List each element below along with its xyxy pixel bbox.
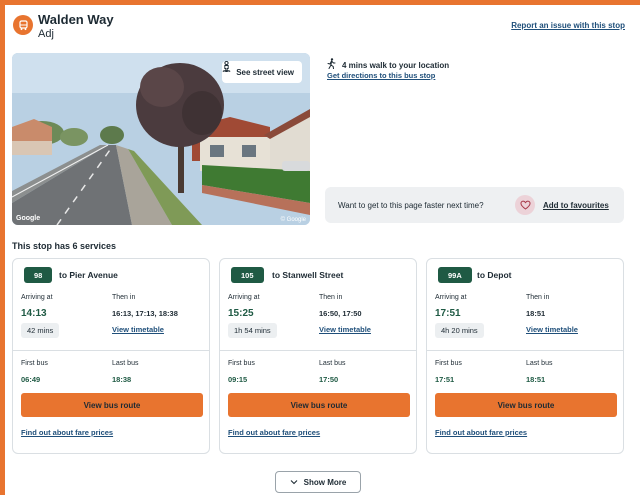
service-card-99a: 99A to Depot Arriving at Then in 17:51 1… bbox=[426, 258, 624, 454]
later-times: 18:51 bbox=[526, 309, 546, 318]
fare-prices-link[interactable]: Find out about fare prices bbox=[228, 428, 320, 437]
view-timetable-link[interactable]: View timetable bbox=[112, 325, 164, 334]
street-view-image[interactable]: See street view Google © Google bbox=[12, 53, 310, 225]
walk-time-text: 4 mins walk to your location bbox=[342, 60, 450, 70]
report-issue-link[interactable]: Report an issue with this stop bbox=[511, 21, 625, 30]
arrival-time: 14:13 bbox=[21, 308, 47, 319]
route-number-badge: 105 bbox=[231, 267, 264, 283]
then-in-label: Then in bbox=[319, 294, 343, 301]
route-number-badge: 99A bbox=[438, 267, 472, 283]
service-card-98: 98 to Pier Avenue Arriving at Then in 14… bbox=[12, 258, 210, 454]
show-more-button[interactable]: Show More bbox=[275, 471, 361, 493]
stop-panel: Walden Way Adj Report an issue with this… bbox=[5, 5, 640, 495]
first-bus-time: 17:51 bbox=[435, 375, 455, 384]
view-bus-route-button[interactable]: View bus route bbox=[21, 393, 203, 417]
google-watermark: Google bbox=[16, 215, 41, 222]
arriving-at-label: Arriving at bbox=[228, 294, 260, 301]
fare-prices-link[interactable]: Find out about fare prices bbox=[435, 428, 527, 437]
route-destination: to Stanwell Street bbox=[272, 270, 344, 280]
google-copyright: © Google bbox=[280, 217, 306, 223]
then-in-label: Then in bbox=[526, 294, 550, 301]
later-times: 16:50, 17:50 bbox=[319, 309, 362, 318]
first-bus-time: 06:49 bbox=[21, 375, 41, 384]
services-count-heading: This stop has 6 services bbox=[12, 241, 117, 251]
add-to-favourites-link[interactable]: Add to favourites bbox=[543, 201, 609, 210]
service-card-105: 105 to Stanwell Street Arriving at Then … bbox=[219, 258, 417, 454]
card-divider bbox=[220, 350, 416, 351]
show-more-label: Show More bbox=[303, 477, 347, 487]
card-divider bbox=[427, 350, 623, 351]
view-bus-route-button[interactable]: View bus route bbox=[435, 393, 617, 417]
minutes-until-chip: 1h 54 mins bbox=[228, 323, 277, 338]
later-times: 16:13, 17:13, 18:38 bbox=[112, 309, 178, 318]
fare-prices-link[interactable]: Find out about fare prices bbox=[21, 428, 113, 437]
card-divider bbox=[13, 350, 209, 351]
first-bus-label: First bus bbox=[228, 360, 255, 367]
arriving-at-label: Arriving at bbox=[435, 294, 467, 301]
arrival-time: 17:51 bbox=[435, 308, 461, 319]
route-number-badge: 98 bbox=[24, 267, 53, 283]
last-bus-label: Last bus bbox=[526, 360, 553, 367]
first-bus-label: First bus bbox=[21, 360, 48, 367]
favourites-prompt: Want to get to this page faster next tim… bbox=[325, 187, 624, 223]
last-bus-label: Last bus bbox=[319, 360, 346, 367]
then-in-label: Then in bbox=[112, 294, 136, 301]
view-timetable-link[interactable]: View timetable bbox=[319, 325, 371, 334]
first-bus-label: First bus bbox=[435, 360, 462, 367]
see-street-view-button[interactable]: See street view bbox=[222, 61, 302, 83]
arriving-at-label: Arriving at bbox=[21, 294, 53, 301]
minutes-until-chip: 4h 20 mins bbox=[435, 323, 484, 338]
stop-name: Walden Way bbox=[38, 12, 114, 27]
route-destination: to Depot bbox=[477, 270, 512, 280]
see-street-view-label: See street view bbox=[236, 67, 294, 77]
first-bus-time: 09:15 bbox=[228, 375, 248, 384]
bus-stop-icon bbox=[13, 15, 33, 35]
get-directions-link[interactable]: Get directions to this bus stop bbox=[327, 71, 435, 80]
view-bus-route-button[interactable]: View bus route bbox=[228, 393, 410, 417]
heart-icon[interactable] bbox=[515, 195, 535, 215]
stop-indicator: Adj bbox=[38, 28, 54, 40]
favourites-question: Want to get to this page faster next tim… bbox=[338, 201, 484, 210]
route-destination: to Pier Avenue bbox=[59, 270, 118, 280]
last-bus-label: Last bus bbox=[112, 360, 139, 367]
last-bus-time: 18:38 bbox=[112, 375, 132, 384]
minutes-until-chip: 42 mins bbox=[21, 323, 60, 338]
chevron-down-icon bbox=[290, 478, 298, 487]
view-timetable-link[interactable]: View timetable bbox=[526, 325, 578, 334]
last-bus-time: 17:50 bbox=[319, 375, 339, 384]
last-bus-time: 18:51 bbox=[526, 375, 546, 384]
arrival-time: 15:25 bbox=[228, 308, 254, 319]
